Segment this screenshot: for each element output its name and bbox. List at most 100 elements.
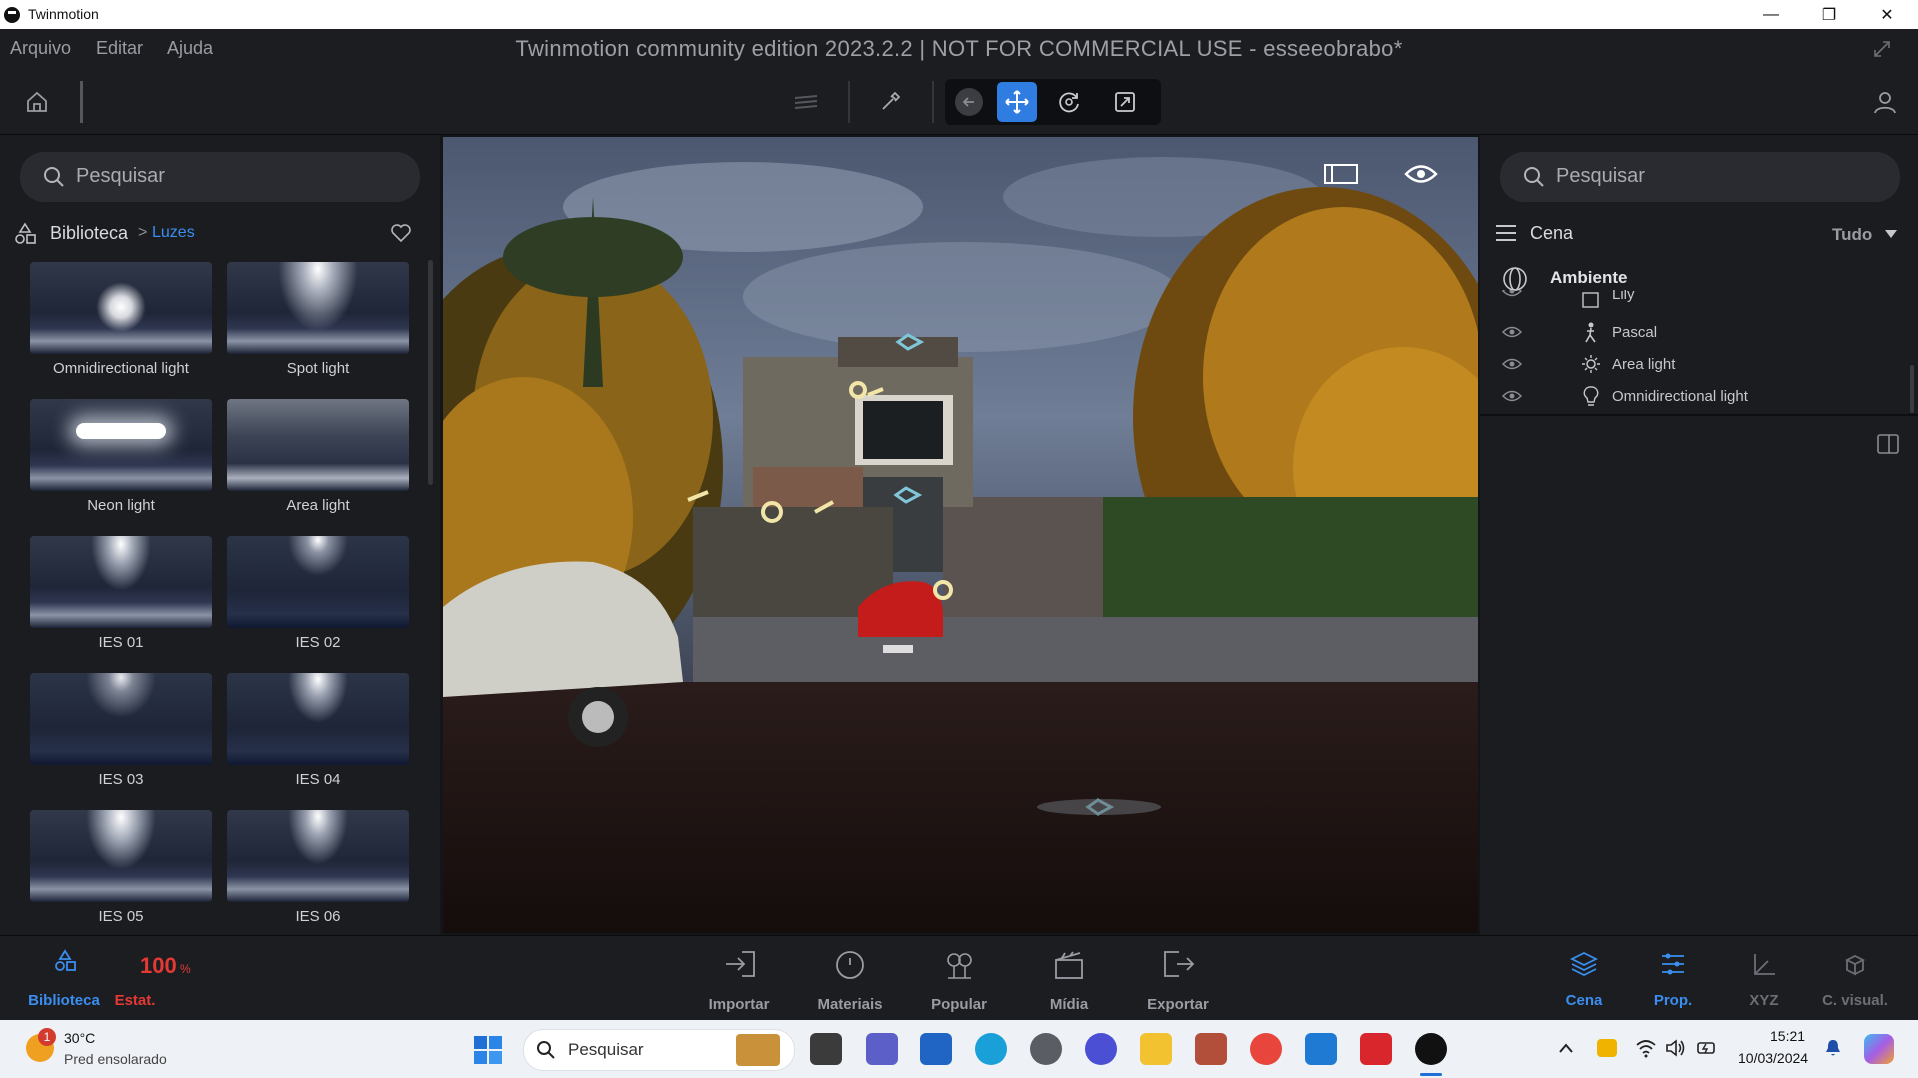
eyedropper-icon[interactable]	[874, 86, 906, 118]
onedrive-warning-icon[interactable]	[1597, 1039, 1617, 1057]
chevron-down-icon[interactable]	[1884, 229, 1898, 239]
chevron-up-icon[interactable]	[1558, 1042, 1574, 1054]
search-icon	[1524, 167, 1544, 187]
menu-ajuda[interactable]: Ajuda	[167, 38, 213, 59]
importar-label: Importar	[708, 996, 770, 1013]
twinmotion-taskbar-icon[interactable]	[1415, 1033, 1447, 1065]
store-icon[interactable]	[920, 1033, 952, 1065]
c-visual-label: C. visual.	[1822, 992, 1888, 1009]
scene-root-ambiente[interactable]: Ambiente	[1550, 268, 1627, 288]
vscode-icon[interactable]	[1305, 1033, 1337, 1065]
app-name: Twinmotion	[28, 6, 99, 22]
library-item-neon-light[interactable]	[30, 399, 212, 491]
os-taskbar: 1 30°C Pred ensolarado Pesquisar 15:21 1…	[0, 1020, 1918, 1078]
list-menu-icon[interactable]	[1494, 223, 1518, 243]
autocad-icon[interactable]	[1360, 1033, 1392, 1065]
material-sphere-icon	[836, 951, 864, 979]
windows-start-icon[interactable]	[473, 1035, 503, 1065]
light-preview	[86, 810, 156, 870]
scene-render	[443, 137, 1478, 933]
tree-item-lily[interactable]: Lily	[1612, 290, 1635, 303]
toolbar	[0, 69, 1918, 135]
split-panel-icon[interactable]	[1876, 433, 1900, 455]
menu-editar[interactable]: Editar	[96, 38, 143, 59]
library-item-ies-02[interactable]	[227, 536, 409, 628]
library-item-omnidirectional-light[interactable]	[30, 262, 212, 354]
tree-item-area-light[interactable]: Area light	[1612, 356, 1675, 373]
edge-icon[interactable]	[975, 1033, 1007, 1065]
scale-tool-icon[interactable]	[1109, 86, 1141, 118]
layers-stack-icon	[1570, 951, 1598, 977]
person-walk-icon	[1585, 322, 1596, 343]
minimize-button[interactable]: —	[1742, 0, 1800, 29]
light-preview	[91, 536, 151, 591]
estat-unit: %	[180, 962, 191, 976]
export-icon	[1164, 951, 1195, 977]
chrome-icon[interactable]	[1250, 1033, 1282, 1065]
materiais-label: Materiais	[817, 996, 883, 1013]
eye-visibility-icon[interactable]	[1401, 159, 1441, 189]
library-item-ies-01[interactable]	[30, 536, 212, 628]
breadcrumb-root[interactable]: Biblioteca	[50, 223, 128, 244]
wifi-icon[interactable]	[1635, 1038, 1657, 1058]
weather-desc[interactable]: Pred ensolarado	[64, 1051, 167, 1067]
library-scrollbar[interactable]	[428, 260, 433, 485]
file-explorer-icon[interactable]	[1140, 1033, 1172, 1065]
eye-icon[interactable]	[1502, 290, 1522, 298]
settings-gear-icon[interactable]	[1030, 1033, 1062, 1065]
battery-charging-icon[interactable]	[1696, 1038, 1718, 1058]
scene-filter-dropdown[interactable]: Tudo	[1832, 225, 1872, 245]
eye-icon[interactable]	[1502, 325, 1522, 339]
weather-temp[interactable]: 30°C	[64, 1030, 95, 1046]
light-preview	[278, 262, 358, 332]
library-item-ies-06[interactable]	[227, 810, 409, 902]
clock-time[interactable]: 15:21	[1770, 1028, 1805, 1044]
close-button[interactable]: ✕	[1858, 0, 1916, 29]
twinmotion-logo-icon	[4, 7, 20, 23]
library-search[interactable]: Pesquisar	[20, 152, 420, 202]
photo-app-icon[interactable]	[1195, 1033, 1227, 1065]
back-arrow-icon[interactable]	[955, 88, 983, 116]
layers-icon[interactable]	[790, 87, 822, 117]
favorite-heart-icon[interactable]	[390, 223, 412, 243]
notification-badge: 1	[38, 1028, 56, 1046]
copilot-app-icon[interactable]	[1085, 1033, 1117, 1065]
library-item-ies-05[interactable]	[30, 810, 212, 902]
notification-bell-icon[interactable]	[1824, 1038, 1842, 1058]
library-item-ies-04[interactable]	[227, 673, 409, 765]
taskbar-search[interactable]: Pesquisar	[523, 1029, 795, 1071]
eye-icon[interactable]	[1502, 389, 1522, 403]
scene-search[interactable]: Pesquisar	[1500, 152, 1900, 202]
tree-item-pascal[interactable]: Pascal	[1612, 324, 1657, 341]
library-item-ies-03[interactable]	[30, 673, 212, 765]
xyz-label: XYZ	[1749, 992, 1779, 1009]
breadcrumb-current[interactable]: Luzes	[152, 224, 195, 242]
user-icon[interactable]	[1870, 87, 1900, 117]
panel-divider	[1480, 414, 1918, 416]
menu-arquivo[interactable]: Arquivo	[10, 38, 71, 59]
search-placeholder: Pesquisar	[1556, 165, 1645, 187]
library-item-label: IES 03	[98, 771, 144, 788]
home-icon[interactable]	[22, 87, 52, 117]
3d-viewport[interactable]	[443, 137, 1478, 933]
tree-item-omnidirectional-light[interactable]: Omnidirectional light	[1612, 388, 1748, 405]
fullscreen-icon[interactable]	[1870, 37, 1894, 61]
properties-sliders-icon	[1662, 953, 1684, 975]
rotate-tool-icon[interactable]	[1053, 86, 1085, 118]
copilot-icon[interactable]	[1864, 1034, 1894, 1064]
light-preview	[76, 423, 166, 439]
maximize-button[interactable]: ❐	[1800, 0, 1858, 29]
eye-icon[interactable]	[1502, 357, 1522, 371]
library-item-spot-light[interactable]	[227, 262, 409, 354]
clock-date[interactable]: 10/03/2024	[1738, 1050, 1808, 1066]
library-shapes-icon	[15, 222, 36, 244]
move-tool-icon[interactable]	[997, 82, 1037, 122]
teams-icon[interactable]	[866, 1033, 898, 1065]
scene-scrollbar[interactable]	[1910, 365, 1914, 413]
document-title: Twinmotion community edition 2023.2.2 | …	[515, 36, 1403, 61]
task-view-icon[interactable]	[810, 1033, 842, 1065]
library-item-label: Omnidirectional light	[53, 360, 189, 377]
viewport-frame-icon[interactable]	[1321, 159, 1361, 189]
volume-icon[interactable]	[1665, 1038, 1687, 1058]
library-item-area-light[interactable]	[227, 399, 409, 491]
